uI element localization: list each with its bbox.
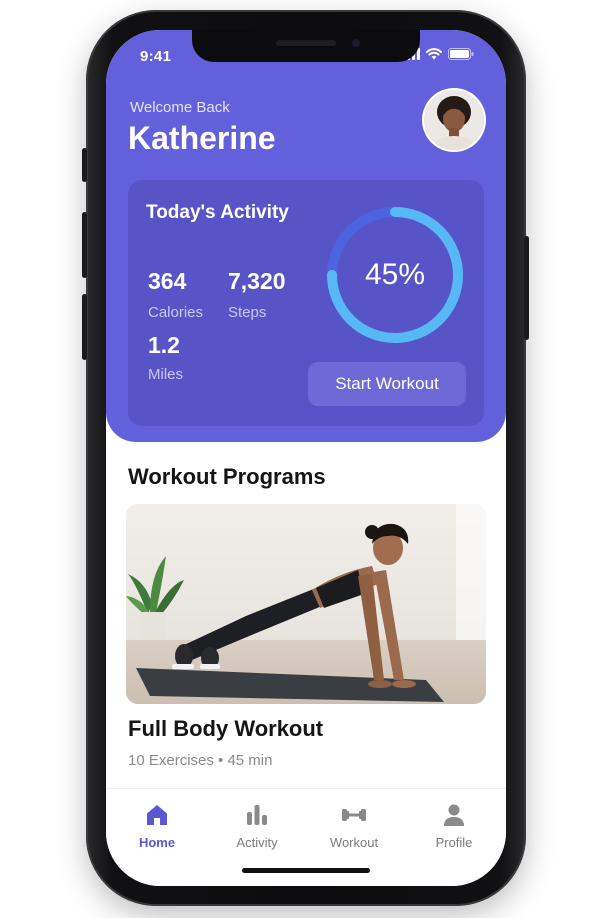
dumbbell-icon xyxy=(342,809,366,821)
section-title: Workout Programs xyxy=(128,464,326,489)
plank-workout-photo xyxy=(126,504,486,704)
avatar-portrait xyxy=(424,90,484,150)
person-icon xyxy=(444,804,464,826)
home-indicator[interactable] xyxy=(242,868,370,873)
stage: 9:41 Welcome Back Katherine Today's Acti… xyxy=(0,0,612,918)
bar-chart-icon xyxy=(247,805,267,825)
status-time: 9:41 xyxy=(140,48,172,65)
tab-profile[interactable]: Profile xyxy=(409,801,499,851)
front-camera xyxy=(352,39,360,47)
program-meta: 10 Exercises • 45 min xyxy=(128,752,273,769)
tab-home[interactable]: Home xyxy=(112,801,202,851)
tab-activity-label: Activity xyxy=(236,835,278,850)
notch xyxy=(192,30,420,62)
greeting: Welcome Back xyxy=(130,99,230,116)
program-card-image[interactable] xyxy=(126,504,486,704)
progress-percent: 45% xyxy=(364,258,426,291)
volume-down-button xyxy=(82,294,87,360)
tab-workout-label: Workout xyxy=(329,835,379,850)
speaker-grille xyxy=(276,40,336,46)
header: 9:41 Welcome Back Katherine Today's Acti… xyxy=(106,30,506,442)
home-icon xyxy=(147,805,167,825)
calories-value: 364 xyxy=(148,268,187,294)
program-title[interactable]: Full Body Workout xyxy=(128,716,323,742)
wifi-icon xyxy=(426,48,442,60)
power-button xyxy=(524,236,529,340)
activity-title: Today's Activity xyxy=(146,202,289,223)
calories-label: Calories xyxy=(148,304,204,321)
tab-home-label: Home xyxy=(138,835,176,850)
user-name: Katherine xyxy=(128,120,276,156)
volume-up-button xyxy=(82,212,87,278)
miles-label: Miles xyxy=(148,366,184,383)
phone-screen: 9:41 Welcome Back Katherine Today's Acti… xyxy=(106,30,506,886)
battery-icon xyxy=(448,48,474,60)
avatar[interactable] xyxy=(424,90,484,150)
tab-activity[interactable]: Activity xyxy=(212,801,302,851)
steps-value: 7,320 xyxy=(228,268,286,294)
miles-value: 1.2 xyxy=(148,332,180,358)
silent-switch xyxy=(82,148,87,182)
steps-label: Steps xyxy=(228,304,267,321)
start-workout-button[interactable]: Start Workout xyxy=(308,362,466,406)
activity-card: Today's Activity 364 Calories 7,320 Step… xyxy=(128,180,484,426)
tab-workout[interactable]: Workout xyxy=(309,801,399,851)
tab-profile-label: Profile xyxy=(435,835,473,850)
